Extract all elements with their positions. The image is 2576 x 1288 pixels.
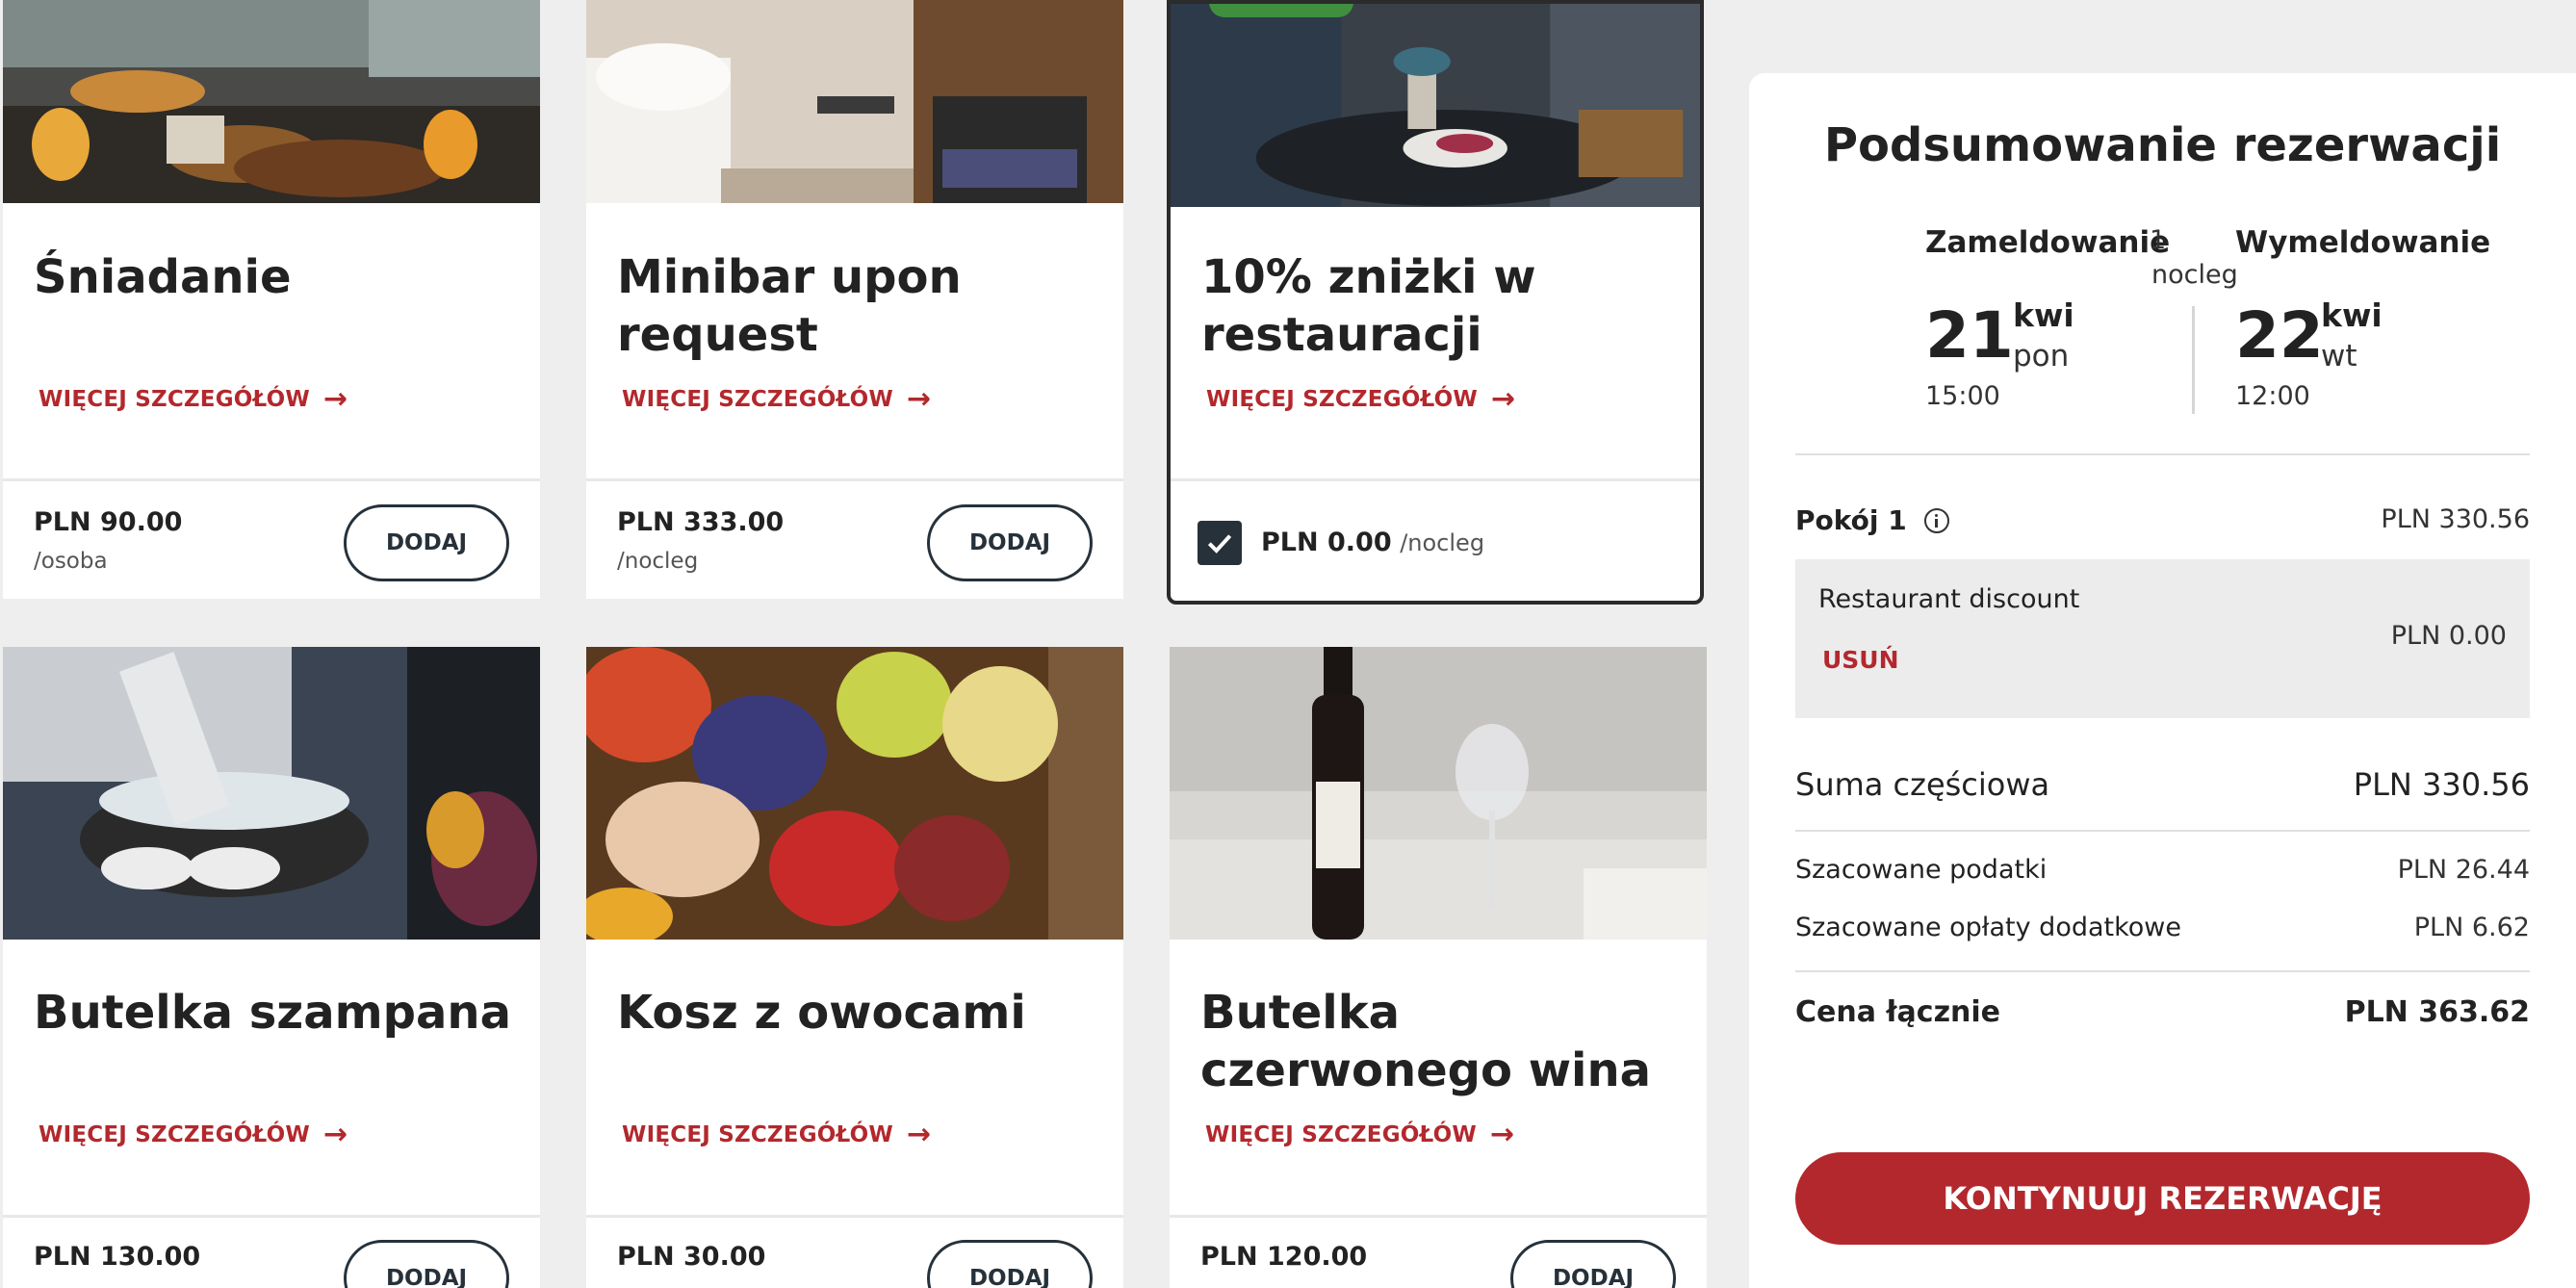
product-price: PLN 0.00 — [1261, 528, 1392, 557]
fruit-basket-photo — [586, 647, 1123, 940]
checkin-month: kwi — [2013, 296, 2074, 334]
arrow-right-icon: → — [323, 382, 348, 416]
product-unit: /osoba — [34, 549, 108, 574]
date-divider — [2192, 306, 2195, 414]
total-label: Cena łącznie — [1795, 995, 2001, 1029]
more-details-link[interactable]: WIĘCEJ SZCZEGÓŁÓW → — [1205, 1121, 1514, 1149]
discount-row: Restaurant discount USUŃ PLN 0.00 — [1795, 559, 2530, 718]
taxes-label: Szacowane podatki — [1795, 855, 2048, 885]
checkout-month: kwi — [2321, 296, 2383, 334]
product-unit: /nocleg — [1400, 529, 1485, 556]
divider — [1795, 970, 2530, 972]
booking-summary-panel: Podsumowanie rezerwacji Zameldowanie 1 n… — [1749, 73, 2576, 1288]
more-details-label: WIĘCEJ SZCZEGÓŁÓW — [39, 1122, 311, 1147]
checkout-time: 12:00 — [2235, 381, 2310, 411]
product-card-red-wine: Butelka czerwonego wina WIĘCEJ SZCZEGÓŁÓ… — [1170, 647, 1707, 1288]
checkin-day: 21 — [1925, 298, 2014, 373]
more-details-label: WIĘCEJ SZCZEGÓŁÓW — [622, 387, 894, 412]
product-title: Śniadanie — [34, 250, 292, 304]
more-details-link[interactable]: WIĘCEJ SZCZEGÓŁÓW → — [622, 385, 931, 414]
fees-value: PLN 6.62 — [2413, 913, 2530, 942]
divider — [1795, 453, 2530, 455]
more-details-link[interactable]: WIĘCEJ SZCZEGÓŁÓW → — [39, 1121, 348, 1149]
product-price: PLN 90.00 — [34, 507, 183, 537]
room-price: PLN 330.56 — [2381, 504, 2530, 534]
checkin-time: 15:00 — [1925, 381, 2000, 411]
product-price: PLN 333.00 — [617, 507, 785, 537]
divider — [586, 478, 1123, 481]
checkmark-icon — [1207, 534, 1232, 554]
arrow-right-icon: → — [1491, 382, 1516, 416]
add-button[interactable]: DODAJ — [344, 1240, 509, 1288]
more-details-label: WIĘCEJ SZCZEGÓŁÓW — [39, 387, 311, 412]
remove-discount-link[interactable]: USUŃ — [1822, 646, 1899, 674]
minibar-photo — [586, 0, 1123, 203]
add-button[interactable]: DODAJ — [927, 1240, 1093, 1288]
arrow-right-icon: → — [1490, 1118, 1515, 1151]
subtotal-value: PLN 330.56 — [2353, 766, 2530, 803]
info-icon[interactable] — [1923, 507, 1949, 533]
summary-title: Podsumowanie rezerwacji — [1823, 118, 2502, 172]
subtotal-label: Suma częściowa — [1795, 766, 2050, 803]
discount-name: Restaurant discount — [1818, 584, 2080, 614]
checkin-weekday: pon — [2013, 339, 2070, 374]
product-card-champagne: Butelka szampana WIĘCEJ SZCZEGÓŁÓW → PLN… — [3, 647, 540, 1288]
arrow-right-icon: → — [323, 1118, 348, 1151]
more-details-link[interactable]: WIĘCEJ SZCZEGÓŁÓW → — [622, 1121, 931, 1149]
product-title: Minibar upon request — [617, 250, 962, 362]
add-button[interactable]: DODAJ — [344, 504, 509, 581]
room-line: Pokój 1 — [1795, 504, 1949, 536]
checkin-label: Zameldowanie — [1925, 225, 2171, 260]
product-title: Kosz z owocami — [617, 986, 1026, 1040]
divider — [1171, 478, 1700, 481]
champagne-photo — [3, 647, 540, 940]
product-price-line: PLN 0.00 /nocleg — [1261, 528, 1484, 557]
product-card-minibar: Minibar upon request WIĘCEJ SZCZEGÓŁÓW →… — [586, 0, 1123, 599]
divider — [1170, 1215, 1707, 1218]
discount-price: PLN 0.00 — [2390, 621, 2507, 651]
divider — [586, 1215, 1123, 1218]
more-details-link[interactable]: WIĘCEJ SZCZEGÓŁÓW → — [39, 385, 348, 414]
divider — [1795, 830, 2530, 832]
more-details-label: WIĘCEJ SZCZEGÓŁÓW — [1206, 387, 1479, 412]
add-button[interactable]: DODAJ — [1510, 1240, 1676, 1288]
checkout-weekday: wt — [2321, 339, 2357, 374]
product-card-restaurant-discount: 10% zniżki w restauracji WIĘCEJ SZCZEGÓŁ… — [1167, 0, 1704, 605]
arrow-right-icon: → — [907, 1118, 932, 1151]
product-card-fruit-basket: Kosz z owocami WIĘCEJ SZCZEGÓŁÓW → PLN 3… — [586, 647, 1123, 1288]
continue-booking-button[interactable]: KONTYNUUJ REZERWACJĘ — [1795, 1152, 2530, 1245]
nights-label: nocleg — [2151, 260, 2238, 290]
product-title: Butelka szampana — [34, 986, 511, 1040]
checkout-label: Wymeldowanie — [2235, 225, 2491, 260]
product-unit: /nocleg — [617, 549, 699, 574]
product-price: PLN 130.00 — [34, 1242, 201, 1272]
nights-count: 1 — [2150, 225, 2167, 255]
product-price: PLN 120.00 — [1200, 1242, 1368, 1272]
more-details-link[interactable]: WIĘCEJ SZCZEGÓŁÓW → — [1206, 385, 1515, 414]
checkout-day: 22 — [2235, 298, 2324, 373]
restaurant-photo — [1171, 4, 1700, 207]
product-price: PLN 30.00 — [617, 1242, 766, 1272]
product-title: 10% zniżki w restauracji — [1201, 250, 1536, 362]
highlight-badge — [1209, 4, 1353, 17]
total-value: PLN 363.62 — [2344, 995, 2530, 1029]
fees-label: Szacowane opłaty dodatkowe — [1795, 913, 2181, 942]
breakfast-photo — [3, 0, 540, 203]
taxes-value: PLN 26.44 — [2397, 855, 2530, 885]
product-title: Butelka czerwonego wina — [1200, 986, 1652, 1097]
arrow-right-icon: → — [907, 382, 932, 416]
selected-checkbox[interactable] — [1198, 521, 1242, 565]
red-wine-photo — [1170, 647, 1707, 940]
divider — [3, 478, 540, 481]
more-details-label: WIĘCEJ SZCZEGÓŁÓW — [622, 1122, 894, 1147]
divider — [3, 1215, 540, 1218]
add-button[interactable]: DODAJ — [927, 504, 1093, 581]
more-details-label: WIĘCEJ SZCZEGÓŁÓW — [1205, 1122, 1478, 1147]
room-label: Pokój 1 — [1795, 504, 1907, 536]
product-card-breakfast: Śniadanie WIĘCEJ SZCZEGÓŁÓW → PLN 90.00 … — [3, 0, 540, 599]
